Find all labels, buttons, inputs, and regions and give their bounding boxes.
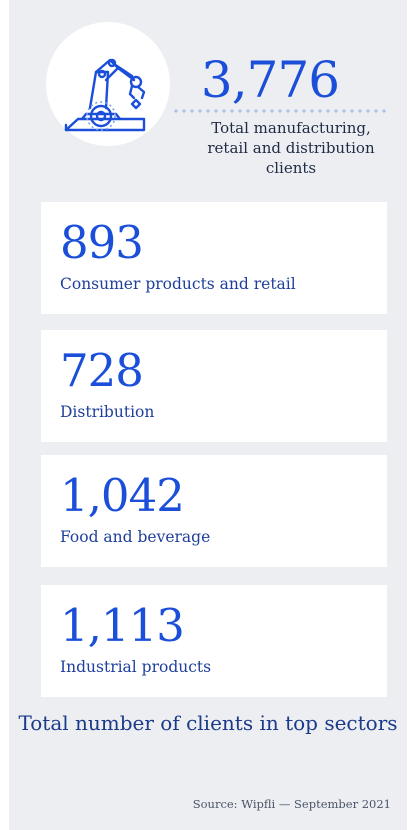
total-clients-caption: Total manufacturing, retail and distribu… [196,118,386,178]
caption-line: Total manufacturing, [211,119,371,137]
sector-label: Food and beverage [60,528,211,546]
sector-value: 1,042 [60,469,185,522]
sector-card-food-beverage: 1,042 Food and beverage [41,455,387,567]
total-clients-number: 3,776 [200,51,340,109]
sector-card-distribution: 728 Distribution [41,330,387,442]
robot-badge [46,22,170,146]
sectors-summary-title: Total number of clients in top sectors [18,711,398,735]
sector-value: 728 [60,344,144,397]
sector-label: Consumer products and retail [60,275,296,293]
caption-line: clients [265,159,317,177]
sector-card-industrial-products: 1,113 Industrial products [41,585,387,697]
caption-line: retail and distribution [207,139,375,157]
sector-value: 1,113 [60,599,185,652]
sector-card-consumer-products: 893 Consumer products and retail [41,202,387,314]
sector-label: Distribution [60,403,155,421]
source-note: Source: Wipfli — September 2021 [192,797,391,811]
sector-label: Industrial products [60,658,212,676]
robotic-arm-icon [64,58,146,132]
sector-value: 893 [60,216,144,269]
